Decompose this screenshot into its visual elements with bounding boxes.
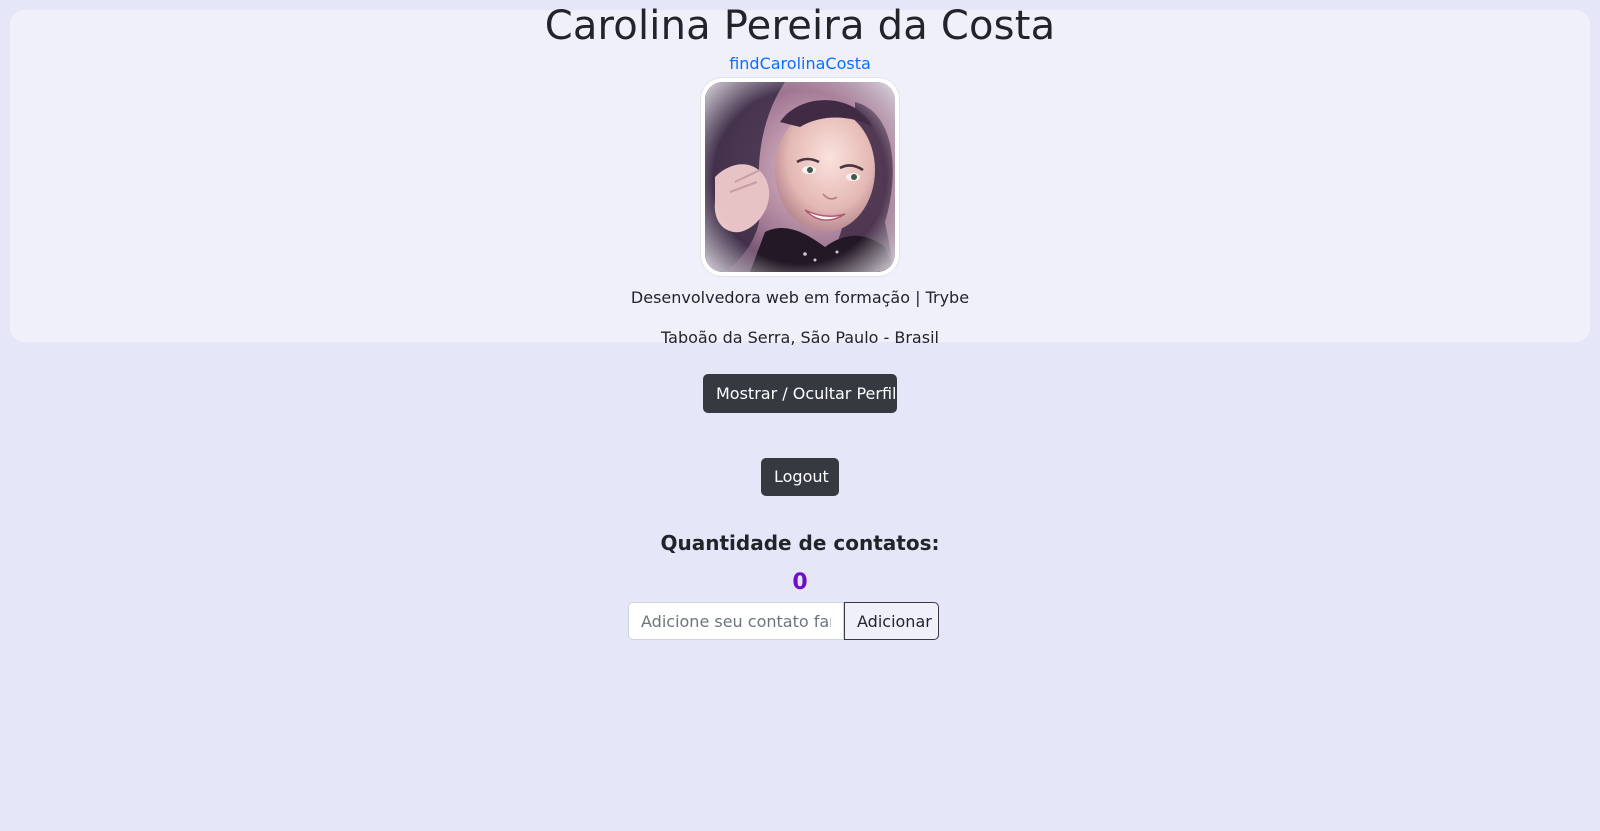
profile-location: Taboão da Serra, São Paulo - Brasil: [661, 328, 939, 347]
github-profile-link[interactable]: findCarolinaCosta: [729, 54, 871, 73]
profile-link-container: findCarolinaCosta: [10, 52, 1590, 76]
add-contact-form: Adicionar: [628, 602, 939, 640]
contact-input[interactable]: [628, 602, 844, 640]
contacts-count-value: 0: [792, 570, 808, 595]
logout-button[interactable]: Logout: [761, 458, 839, 496]
profile-name: Carolina Pereira da Costa: [544, 3, 1056, 49]
avatar-frame: [700, 77, 900, 277]
contacts-count-title: Quantidade de contatos:: [660, 531, 940, 555]
profile-bio: Desenvolvedora web em formação | Trybe: [630, 288, 970, 307]
profile-card: Carolina Pereira da Costa findCarolinaCo…: [10, 3, 1590, 347]
add-contact-button[interactable]: Adicionar: [844, 602, 939, 640]
toggle-profile-button[interactable]: Mostrar / Ocultar Perfil: [703, 374, 897, 413]
avatar: [705, 82, 895, 272]
